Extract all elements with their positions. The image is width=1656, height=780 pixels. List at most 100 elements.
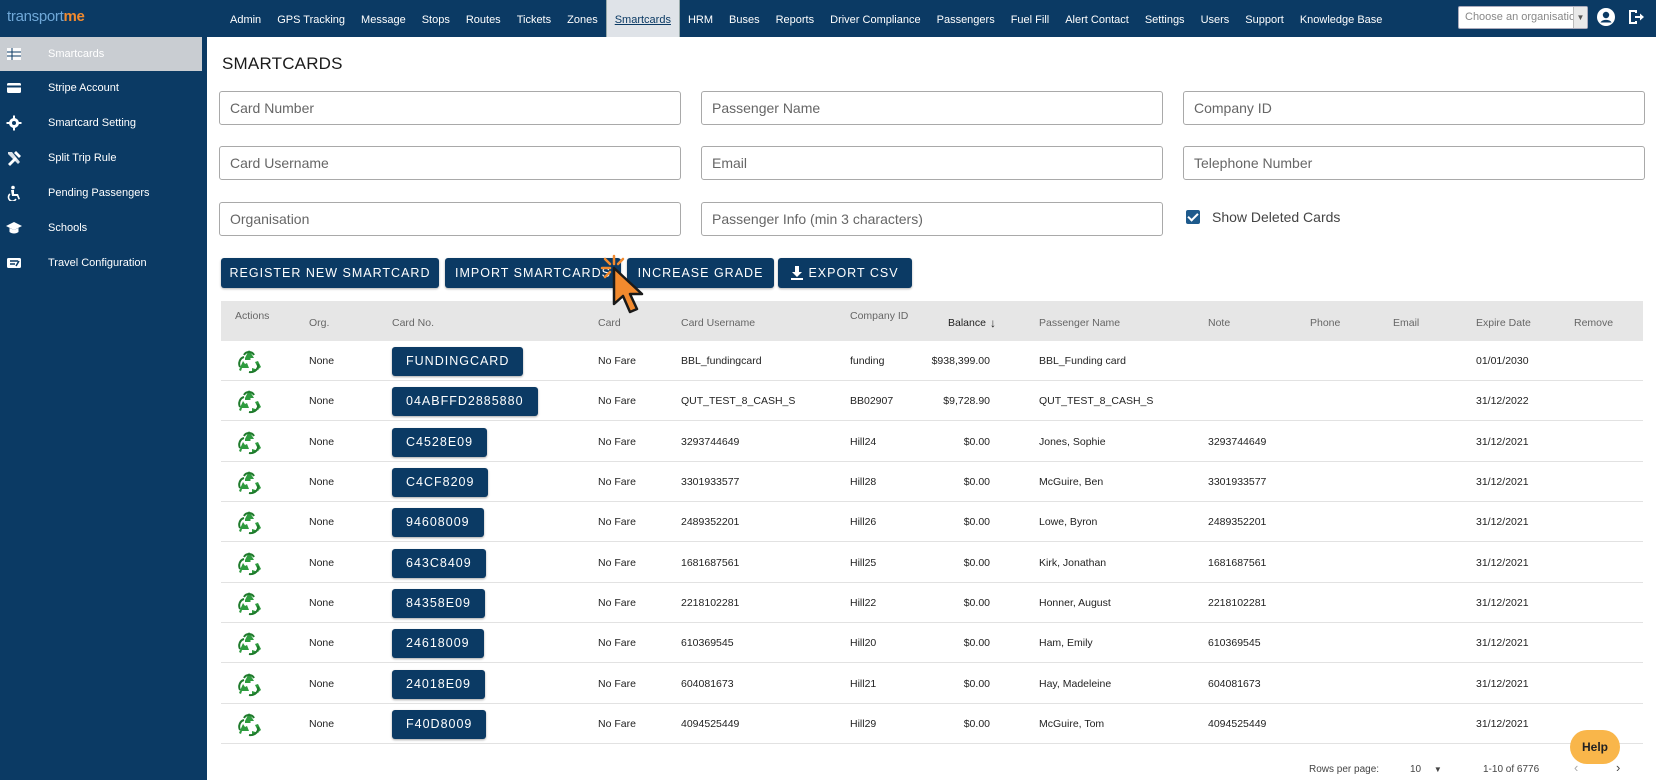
organisation-field[interactable]: Organisation xyxy=(219,202,681,236)
sidebar-item-smartcards[interactable]: Smartcards xyxy=(0,37,202,71)
cell-org: None xyxy=(309,557,335,569)
card-number-chip[interactable]: 643C8409 xyxy=(392,549,486,578)
cell-balance: $938,399.00 xyxy=(931,355,990,367)
import-smartcards-button[interactable]: IMPORT SMARTCARDS xyxy=(445,258,621,288)
card-number-chip[interactable]: 24618009 xyxy=(392,629,484,658)
accessible-icon xyxy=(7,185,20,201)
nav-users[interactable]: Users xyxy=(1193,0,1238,37)
cell-balance: $9,728.90 xyxy=(943,395,990,407)
card-number-chip[interactable]: C4528E09 xyxy=(392,428,488,457)
recycle-icon[interactable] xyxy=(235,590,263,618)
recycle-icon[interactable] xyxy=(235,469,263,497)
nav-passengers[interactable]: Passengers xyxy=(929,0,1003,37)
column-header-card-no[interactable]: Card No. xyxy=(392,317,434,329)
company-id-field[interactable]: Company ID xyxy=(1183,91,1645,125)
column-header-company-id[interactable]: Company ID xyxy=(850,310,908,322)
nav-tickets[interactable]: Tickets xyxy=(509,0,559,37)
card-number-field[interactable]: Card Number xyxy=(219,91,681,125)
cell-expire: 31/12/2021 xyxy=(1476,678,1529,690)
passenger-info-field[interactable]: Passenger Info (min 3 characters) xyxy=(701,202,1163,236)
telephone-field[interactable]: Telephone Number xyxy=(1183,146,1645,180)
table-header: Actions Org. Card No. Card Card Username Comp… xyxy=(221,301,1643,341)
cell-fare: No Fare xyxy=(598,597,636,609)
card-number-chip[interactable]: 04ABFFD2885880 xyxy=(392,387,538,416)
card-number-chip[interactable]: F40D8009 xyxy=(392,710,487,739)
column-header-note[interactable]: Note xyxy=(1208,317,1230,329)
column-header-card-username[interactable]: Card Username xyxy=(681,317,755,329)
cell-name: BBL_Funding card xyxy=(1039,355,1126,367)
nav-admin[interactable]: Admin xyxy=(222,0,269,37)
nav-fuel-fill[interactable]: Fuel Fill xyxy=(1003,0,1058,37)
column-header-balance[interactable]: Balance xyxy=(948,317,986,329)
cell-fare: No Fare xyxy=(598,637,636,649)
nav-zones[interactable]: Zones xyxy=(559,0,606,37)
chevron-down-icon[interactable]: ▼ xyxy=(1573,7,1587,28)
card-number-chip[interactable]: C4CF8209 xyxy=(392,468,489,497)
recycle-icon[interactable] xyxy=(235,348,263,376)
logout-icon[interactable] xyxy=(1626,7,1646,27)
nav-driver-compliance[interactable]: Driver Compliance xyxy=(822,0,928,37)
cell-balance: $0.00 xyxy=(963,516,990,528)
sidebar-item-split-trip-rule[interactable]: Split Trip Rule xyxy=(0,141,202,175)
column-header-email[interactable]: Email xyxy=(1393,317,1419,329)
card-number-chip[interactable]: 94608009 xyxy=(392,508,484,537)
nav-knowledge-base[interactable]: Knowledge Base xyxy=(1292,0,1391,37)
logo-part-2: me xyxy=(63,8,85,25)
export-csv-button[interactable]: EXPORT CSV xyxy=(778,258,912,288)
nav-settings[interactable]: Settings xyxy=(1137,0,1193,37)
sidebar-item-schools[interactable]: Schools xyxy=(0,211,202,245)
show-deleted-toggle[interactable]: Show Deleted Cards xyxy=(1186,209,1340,225)
nav-reports[interactable]: Reports xyxy=(768,0,823,37)
column-header-passenger-name[interactable]: Passenger Name xyxy=(1039,317,1120,329)
cell-username: 4094525449 xyxy=(681,718,740,730)
card-number-chip[interactable]: 84358E09 xyxy=(392,589,486,618)
nav-smartcards[interactable]: Smartcards xyxy=(605,0,680,37)
nav-buses[interactable]: Buses xyxy=(721,0,768,37)
nav-alert-contact[interactable]: Alert Contact xyxy=(1057,0,1137,37)
nav-message[interactable]: Message xyxy=(353,0,414,37)
cell-expire: 31/12/2021 xyxy=(1476,557,1529,569)
passenger-name-field[interactable]: Passenger Name xyxy=(701,91,1163,125)
next-page-icon[interactable]: › xyxy=(1616,760,1620,775)
sort-arrow-down-icon[interactable]: ↓ xyxy=(990,316,996,330)
recycle-icon[interactable] xyxy=(235,630,263,658)
gear-icon xyxy=(6,115,22,131)
register-smartcard-button[interactable]: REGISTER NEW SMARTCARD xyxy=(221,258,439,288)
recycle-icon[interactable] xyxy=(235,429,263,457)
nav-routes[interactable]: Routes xyxy=(458,0,509,37)
column-header-phone[interactable]: Phone xyxy=(1310,317,1340,329)
column-header-expire-date[interactable]: Expire Date xyxy=(1476,317,1531,329)
nav-hrm[interactable]: HRM xyxy=(680,0,721,37)
cell-note: 4094525449 xyxy=(1208,718,1267,730)
sidebar-item-pending-passengers[interactable]: Pending Passengers xyxy=(0,176,202,210)
sidebar-item-travel-configuration[interactable]: Travel Configuration xyxy=(0,246,202,280)
nav-gps-tracking[interactable]: GPS Tracking xyxy=(269,0,353,37)
cell-expire: 31/12/2021 xyxy=(1476,597,1529,609)
recycle-icon[interactable] xyxy=(235,671,263,699)
organisation-select[interactable]: Choose an organisation ▼ xyxy=(1458,6,1588,29)
recycle-icon[interactable] xyxy=(235,711,263,739)
table-row: 24018E09 None No Fare 604081673 Hill21 $0.00 H… xyxy=(221,664,1643,704)
pagination-range: 1-10 of 6776 xyxy=(1483,764,1540,775)
email-field[interactable]: Email xyxy=(701,146,1163,180)
card-number-chip[interactable]: FUNDINGCARD xyxy=(392,347,524,376)
help-button[interactable]: Help xyxy=(1570,730,1620,764)
nav-support[interactable]: Support xyxy=(1237,0,1292,37)
nav-stops[interactable]: Stops xyxy=(414,0,458,37)
card-username-field[interactable]: Card Username xyxy=(219,146,681,180)
transportme-logo[interactable]: transportme xyxy=(7,8,85,25)
recycle-icon[interactable] xyxy=(235,550,263,578)
recycle-icon[interactable] xyxy=(235,509,263,537)
card-number-chip[interactable]: 24018E09 xyxy=(392,670,486,699)
sidebar-item-smartcard-setting[interactable]: Smartcard Setting xyxy=(0,106,202,140)
prev-page-icon[interactable]: ‹ xyxy=(1574,760,1578,775)
cell-username: 1681687561 xyxy=(681,557,740,569)
column-header-org[interactable]: Org. xyxy=(309,317,329,329)
account-icon[interactable] xyxy=(1596,7,1616,27)
cell-company: Hill20 xyxy=(850,637,877,649)
sidebar-item-stripe-account[interactable]: Stripe Account xyxy=(0,71,202,105)
show-deleted-checkbox[interactable] xyxy=(1186,210,1200,224)
cell-company: Hill21 xyxy=(850,678,877,690)
rows-per-page-select[interactable]: 10 ▼ xyxy=(1410,764,1442,775)
recycle-icon[interactable] xyxy=(235,388,263,416)
